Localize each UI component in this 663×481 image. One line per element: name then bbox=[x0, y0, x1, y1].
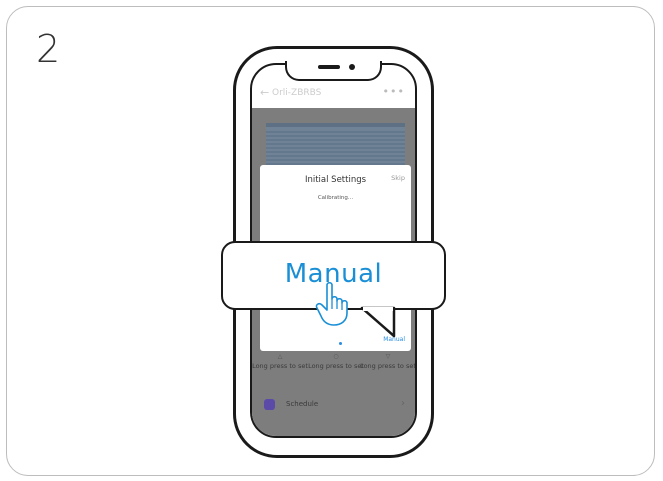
control-down[interactable]: ▽ Long press to set bbox=[360, 353, 416, 370]
speaker-icon bbox=[318, 65, 340, 69]
tap-hand-icon bbox=[315, 281, 348, 326]
control-label: Long press to set bbox=[252, 361, 308, 370]
dialog-title: Initial Settings bbox=[304, 175, 367, 185]
page-indicator-dot bbox=[339, 342, 342, 345]
control-row: △ Long press to set ○ Long press to set … bbox=[252, 353, 416, 384]
chevron-right-icon: › bbox=[401, 398, 405, 409]
control-pause[interactable]: ○ Long press to set bbox=[308, 353, 364, 370]
camera-icon bbox=[349, 64, 355, 70]
up-icon: △ bbox=[277, 353, 283, 360]
step-number: 2 bbox=[36, 27, 61, 71]
schedule-label: Schedule bbox=[286, 400, 319, 408]
schedule-row[interactable]: Schedule › bbox=[252, 396, 415, 418]
control-label: Long press to set bbox=[308, 361, 364, 370]
skip-button[interactable]: Skip bbox=[391, 174, 405, 182]
down-icon: ▽ bbox=[385, 353, 391, 360]
callout-tail bbox=[360, 306, 396, 338]
blind-slats bbox=[266, 129, 405, 167]
more-dots-icon[interactable]: ••• bbox=[383, 85, 405, 98]
phone-notch bbox=[285, 61, 382, 81]
back-arrow-icon[interactable]: ← bbox=[260, 86, 269, 99]
app-header: ← Orli-ZBRBS ••• bbox=[252, 83, 415, 105]
calendar-icon bbox=[264, 399, 275, 410]
device-name: Orli-ZBRBS bbox=[272, 88, 322, 98]
calibrating-status: Calibrating... bbox=[317, 195, 354, 201]
control-label: Long press to set bbox=[360, 361, 416, 370]
pause-icon: ○ bbox=[333, 353, 339, 360]
control-up[interactable]: △ Long press to set bbox=[252, 353, 308, 370]
